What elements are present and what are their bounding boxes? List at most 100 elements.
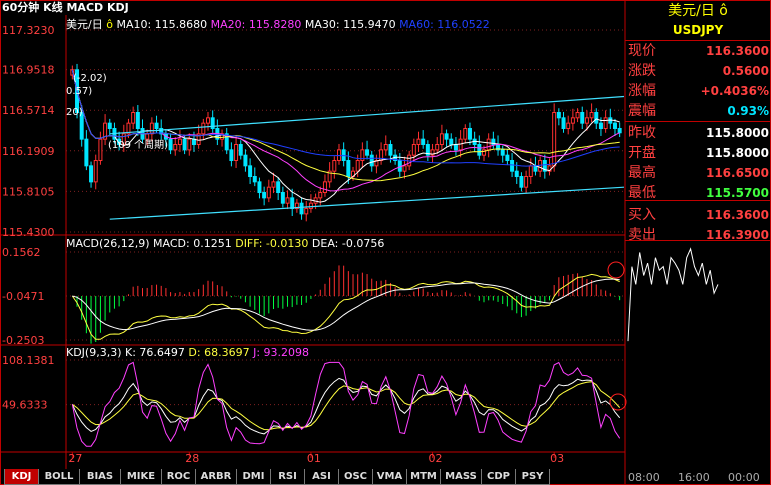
x-tick-label: 02 (429, 452, 443, 465)
tab-osc[interactable]: OSC (338, 469, 373, 485)
quote-row: 买入 116.3600 (625, 205, 771, 225)
tab-mike[interactable]: MIKE (120, 469, 162, 485)
kdj-highlight-circle (609, 393, 627, 411)
quote-divider (625, 200, 771, 201)
annotation-2: 0.57) (66, 86, 93, 97)
y-tick-label: 117.3230 (2, 24, 55, 37)
tab-vma[interactable]: VMA (372, 469, 407, 485)
macd-tick-label: -0.0471 (2, 290, 44, 303)
candle-body (154, 122, 159, 129)
candle-body (257, 181, 262, 194)
candle-body (397, 160, 402, 172)
tab-dmi[interactable]: DMI (236, 469, 271, 485)
quote-row: 现价 116.3600 (625, 41, 771, 61)
quote-row: 最高 116.6500 (625, 163, 771, 183)
candle-body (561, 117, 566, 129)
candle-body (135, 111, 140, 129)
tab-arbr[interactable]: ARBR (195, 469, 237, 485)
quote-label: 卖出 (628, 227, 656, 243)
tab-boll[interactable]: BOLL (38, 469, 80, 485)
y-tick-label: 116.1909 (2, 145, 55, 158)
candle-body (182, 138, 187, 151)
tab-cdp[interactable]: CDP (481, 469, 516, 485)
quote-value: 116.3900 (705, 228, 769, 242)
candle-body (528, 165, 533, 178)
quote-label: 涨跌 (628, 63, 656, 79)
candle-body (580, 111, 585, 124)
candle-body (299, 202, 304, 215)
quote-value: 116.6500 (705, 166, 769, 180)
quote-value: 0.5600 (722, 64, 769, 78)
tab-mtm[interactable]: MTM (406, 469, 441, 485)
candle-body (439, 133, 444, 145)
y-tick-label: 116.9518 (2, 64, 55, 77)
dea-line (72, 278, 620, 331)
candle-body (514, 170, 519, 178)
candle-body (177, 138, 182, 145)
candle-body (355, 160, 360, 172)
candle-body (411, 143, 416, 156)
candle-body (584, 117, 589, 124)
candle-body (589, 111, 594, 119)
candle-body (510, 160, 515, 172)
tab-rsi[interactable]: RSI (270, 469, 305, 485)
quote-row: 涨跌 0.5600 (625, 61, 771, 81)
candle-body (505, 154, 510, 162)
candle-body (149, 122, 154, 135)
tab-psy[interactable]: PSY (515, 469, 550, 485)
candle-body (168, 138, 173, 151)
candle-body (556, 111, 561, 119)
candle-body (538, 160, 543, 172)
macd-tick-label: -0.2503 (2, 334, 44, 347)
candle-body (435, 143, 440, 151)
quote-divider (625, 240, 771, 241)
quote-label: 现价 (628, 43, 656, 59)
quote-row: 昨收 115.8000 (625, 123, 771, 143)
candle-body (388, 143, 393, 156)
candle-body (187, 138, 192, 151)
candle-body (369, 154, 374, 167)
candle-body (332, 160, 337, 172)
quote-label: 涨幅 (628, 83, 656, 99)
candle-body (552, 111, 557, 167)
quote-value: 115.8000 (705, 126, 769, 140)
y-tick-label: 115.4300 (2, 226, 55, 239)
tab-mass[interactable]: MASS (440, 469, 482, 485)
tab-kdj[interactable]: KDJ (4, 469, 39, 485)
candle-body (421, 138, 426, 145)
candle-body (444, 133, 449, 140)
candle-body (486, 138, 491, 151)
candle-body (570, 117, 575, 124)
x-tick-label: 01 (307, 452, 321, 465)
channel-line (109, 95, 625, 135)
candle-body (383, 143, 388, 151)
candle-body (402, 165, 407, 172)
candle-body (131, 111, 136, 124)
quote-label: 最高 (628, 165, 656, 181)
candle-body (84, 138, 89, 167)
tab-asi[interactable]: ASI (304, 469, 339, 485)
quote-value: 116.3600 (705, 44, 769, 58)
tab-roc[interactable]: ROC (161, 469, 196, 485)
kdj-tick-label: 108.1381 (2, 354, 55, 367)
candle-body (365, 149, 370, 156)
candle-body (598, 122, 603, 129)
candle-body (262, 192, 267, 199)
ma30-line (71, 69, 620, 182)
diff-line (71, 273, 620, 340)
candle-body (280, 192, 285, 204)
candle-body (463, 127, 468, 140)
candle-body (290, 197, 295, 210)
quote-row: 开盘 115.8000 (625, 143, 771, 163)
quote-panel: 美元/日 ô USDJPY 现价 116.3600 涨跌 0.5600 涨幅 +0.403… (625, 0, 771, 485)
candle-body (416, 138, 421, 145)
quote-divider (625, 40, 771, 41)
y-tick-label: 116.5714 (2, 104, 55, 117)
quote-label: 震幅 (628, 103, 656, 119)
quote-value: 115.8000 (705, 146, 769, 160)
candle-body (234, 143, 239, 162)
chart-window: 60分钟 K线 MACD KDJ 美元/日 ô MA10: 115.8680 M… (0, 0, 771, 485)
tab-bias[interactable]: BIAS (79, 469, 121, 485)
annotation-1: (-2.02) (73, 73, 107, 84)
quote-value: 116.3600 (705, 208, 769, 222)
